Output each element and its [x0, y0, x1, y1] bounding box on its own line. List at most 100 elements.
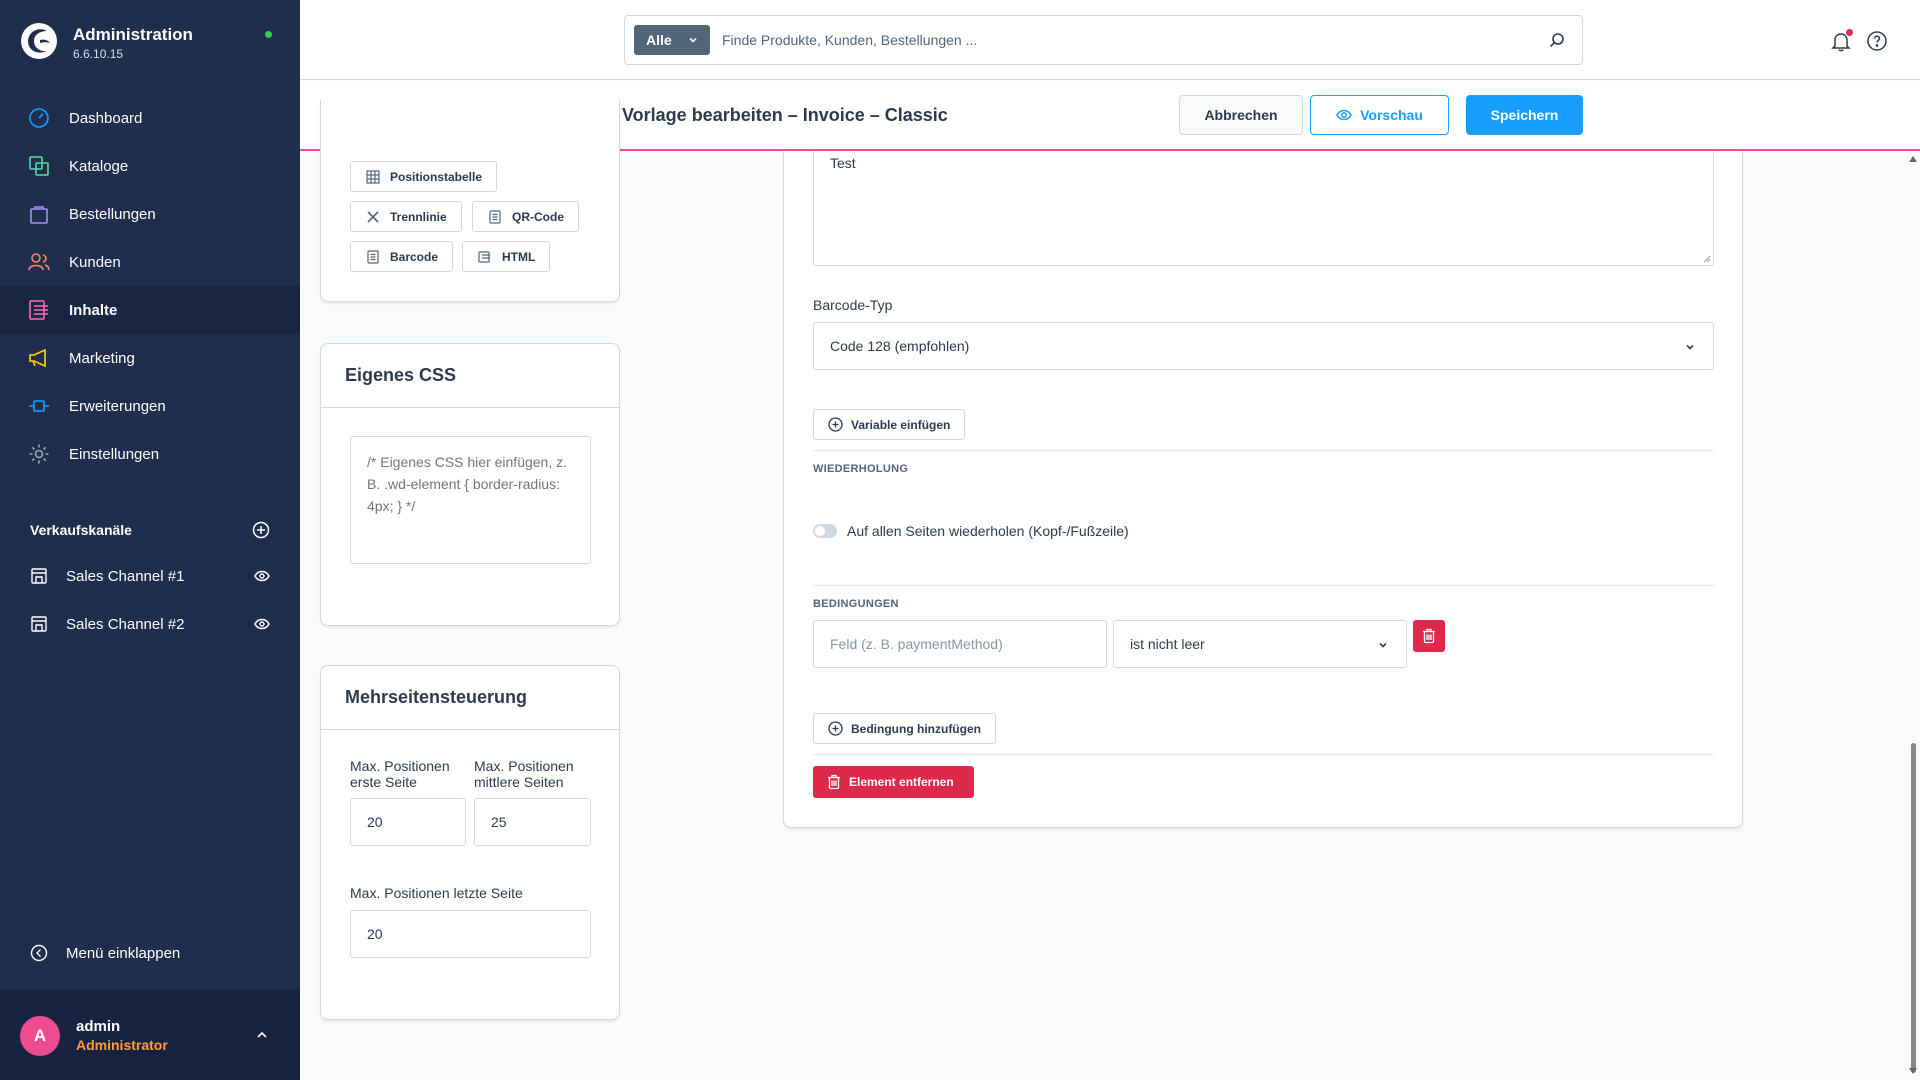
barcode-type-value: Code 128 (empfohlen): [830, 338, 970, 354]
document-icon: [489, 209, 501, 224]
middle-pages-max-input[interactable]: 25: [474, 798, 591, 846]
card-title: Mehrseitensteuerung: [321, 666, 619, 730]
remove-element-button[interactable]: Element entfernen: [813, 766, 974, 798]
main-navigation: Dashboard Kataloge Bestellungen Kunden I…: [0, 94, 300, 478]
first-page-label: Max. Positionen erste Seite: [350, 758, 450, 790]
plug-icon: [29, 400, 49, 412]
repeat-section-heading: WIEDERHOLUNG: [813, 463, 909, 475]
scroll-down-arrow-icon[interactable]: [1909, 1068, 1917, 1074]
custom-css-card: Eigenes CSS: [320, 343, 620, 626]
sales-channel-label: Sales Channel #2: [66, 615, 185, 633]
condition-operator-select[interactable]: ist nicht leer: [1113, 620, 1407, 668]
nav-label: Kunden: [69, 253, 121, 271]
nav-label: Kataloge: [69, 157, 129, 175]
barcode-type-label: Barcode-Typ: [813, 297, 893, 313]
top-bar: Alle: [300, 0, 1920, 80]
brand[interactable]: Administration 6.6.10.15: [20, 20, 280, 70]
global-search: Alle: [624, 15, 1583, 65]
chevron-down-icon: [689, 37, 697, 43]
cancel-button[interactable]: Abbrechen: [1179, 95, 1303, 135]
megaphone-icon: [29, 348, 46, 368]
first-page-max-input[interactable]: 20: [350, 798, 466, 846]
status-indicator: [265, 31, 272, 38]
element-chip-barcode[interactable]: Barcode: [350, 241, 454, 272]
users-icon: [28, 253, 50, 271]
element-chip-divider[interactable]: Trennlinie: [350, 201, 462, 232]
user-role: Administrator: [76, 1037, 168, 1053]
brand-version: 6.6.10.15: [73, 47, 124, 61]
insert-variable-button[interactable]: Variable einfügen: [813, 409, 966, 440]
divider: [813, 585, 1714, 586]
add-circle-icon[interactable]: [252, 521, 270, 539]
nav-item-settings[interactable]: Einstellungen: [0, 430, 300, 478]
nav-item-dashboard[interactable]: Dashboard: [0, 94, 300, 142]
user-menu[interactable]: A admin Administrator: [0, 990, 300, 1080]
middle-pages-label-line1: Max. Positionen: [474, 758, 574, 774]
content-icon: [29, 300, 48, 320]
add-condition-label: Bedingung hinzufügen: [851, 721, 981, 736]
scrollbar-thumb[interactable]: [1911, 743, 1916, 1073]
element-chip-position-table[interactable]: Positionstabelle: [350, 161, 498, 192]
middle-pages-label: Max. Positionen mittlere Seiten: [474, 758, 574, 790]
eye-icon[interactable]: [254, 618, 270, 630]
repeat-on-all-pages-label: Auf allen Seiten wiederholen (Kopf-/Fußz…: [847, 523, 1129, 539]
notification-badge: [1846, 29, 1853, 36]
nav-item-catalogues[interactable]: Kataloge: [0, 142, 300, 190]
shopping-bag-icon: [30, 206, 48, 224]
conditions-section-heading: BEDINGUNGEN: [813, 598, 899, 610]
help-icon[interactable]: [1866, 30, 1888, 52]
element-chip-html[interactable]: HTML: [462, 241, 551, 272]
sales-channels-title: Verkaufskanäle: [30, 522, 132, 538]
nav-item-orders[interactable]: Bestellungen: [0, 190, 300, 238]
preview-label: Vorschau: [1360, 107, 1423, 123]
last-page-max-input[interactable]: 20: [350, 910, 591, 958]
barcode-type-select[interactable]: Code 128 (empfohlen): [813, 322, 1714, 370]
resize-grip-icon[interactable]: [1703, 255, 1711, 263]
code-icon: [478, 250, 490, 263]
custom-css-textarea[interactable]: [350, 436, 591, 564]
sales-channel-item[interactable]: Sales Channel #2: [0, 600, 300, 648]
collapse-menu-button[interactable]: Menü einklappen: [30, 944, 180, 962]
eye-icon[interactable]: [254, 570, 270, 582]
search-scope-select[interactable]: Alle: [634, 25, 710, 55]
page-scrollbar[interactable]: [1906, 153, 1920, 1080]
brand-title: Administration: [73, 25, 193, 44]
chip-label: HTML: [502, 249, 536, 264]
sales-channels-heading: Verkaufskanäle: [0, 508, 300, 552]
elements-palette-card: Positionstabelle Trennlinie QR-Code Barc…: [320, 100, 620, 302]
repeat-on-all-pages-toggle[interactable]: [813, 524, 837, 538]
middle-pages-label-line2: mittlere Seiten: [474, 774, 564, 790]
save-button[interactable]: Speichern: [1466, 95, 1583, 135]
nav-item-extensions[interactable]: Erweiterungen: [0, 382, 300, 430]
products-icon: [29, 156, 49, 176]
condition-field-input[interactable]: Feld (z. B. paymentMethod): [813, 620, 1107, 668]
chip-label: Trennlinie: [390, 209, 447, 224]
gear-icon: [29, 444, 49, 464]
storefront-icon: [31, 568, 47, 584]
search-icon[interactable]: [1548, 31, 1566, 49]
scroll-up-arrow-icon[interactable]: [1909, 156, 1917, 162]
nav-label: Erweiterungen: [69, 397, 166, 415]
nav-item-marketing[interactable]: Marketing: [0, 334, 300, 382]
element-chip-qr-code[interactable]: QR-Code: [472, 201, 579, 232]
nav-item-customers[interactable]: Kunden: [0, 238, 300, 286]
divider: [813, 450, 1714, 451]
insert-variable-label: Variable einfügen: [851, 417, 951, 432]
sales-channel-item[interactable]: Sales Channel #1: [0, 552, 300, 600]
search-input[interactable]: [722, 25, 1502, 55]
element-text-textarea[interactable]: Test: [813, 151, 1714, 266]
preview-button[interactable]: Vorschau: [1310, 95, 1449, 135]
table-icon: [366, 169, 380, 184]
add-condition-button[interactable]: Bedingung hinzufügen: [813, 713, 996, 744]
avatar: A: [20, 1016, 60, 1056]
nav-label: Bestellungen: [69, 205, 156, 223]
chip-label: QR-Code: [512, 209, 564, 224]
nav-item-content[interactable]: Inhalte: [0, 286, 300, 334]
trash-icon: [828, 774, 840, 790]
nav-label: Einstellungen: [69, 445, 160, 463]
delete-condition-button[interactable]: [1413, 620, 1445, 652]
card-title: Eigenes CSS: [321, 344, 619, 408]
search-scope-label: Alle: [646, 32, 672, 48]
remove-element-label: Element entfernen: [849, 775, 954, 789]
condition-field-placeholder: Feld (z. B. paymentMethod): [830, 636, 1003, 652]
